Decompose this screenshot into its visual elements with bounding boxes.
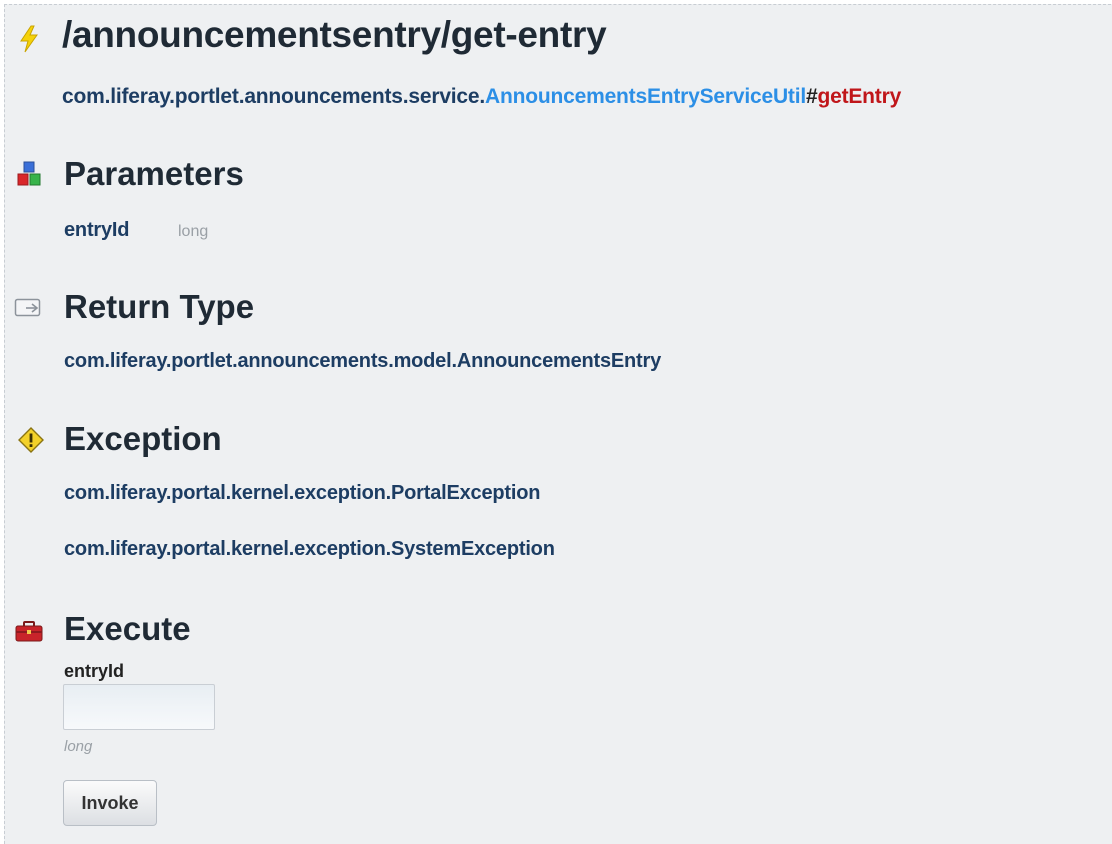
invoke-button[interactable]: Invoke	[63, 780, 157, 826]
exception-heading: Exception	[64, 420, 222, 457]
parameters-heading: Parameters	[64, 155, 244, 192]
entry-id-input[interactable]	[63, 684, 215, 730]
parameter-type: long	[178, 223, 209, 240]
page-title: /announcementsentry/get-entry	[62, 14, 607, 55]
entry-id-type-hint: long	[64, 738, 93, 755]
entry-id-label: entryId	[64, 661, 125, 681]
method-name: getEntry	[817, 85, 902, 108]
return-type-heading: Return Type	[64, 288, 255, 325]
return-type-value: com.liferay.portlet.announcements.model.…	[64, 350, 662, 372]
lightning-bolt-icon	[20, 25, 38, 53]
method-separator: #	[805, 85, 818, 108]
class-package: com.liferay.portlet.announcements.servic…	[62, 85, 486, 108]
exception-item-system: com.liferay.portal.kernel.exception.Syst…	[64, 538, 555, 560]
toolbox-icon	[15, 621, 43, 642]
warning-icon	[18, 427, 44, 453]
return-icon	[14, 298, 41, 317]
blocks-icon	[17, 161, 41, 186]
class-name-link[interactable]: AnnouncementsEntryServiceUtil	[485, 85, 806, 108]
service-class-path: com.liferay.portlet.announcements.servic…	[62, 85, 901, 109]
exception-item-portal: com.liferay.portal.kernel.exception.Port…	[64, 482, 541, 504]
execute-heading: Execute	[64, 610, 191, 647]
parameter-name: entryId	[64, 219, 130, 241]
